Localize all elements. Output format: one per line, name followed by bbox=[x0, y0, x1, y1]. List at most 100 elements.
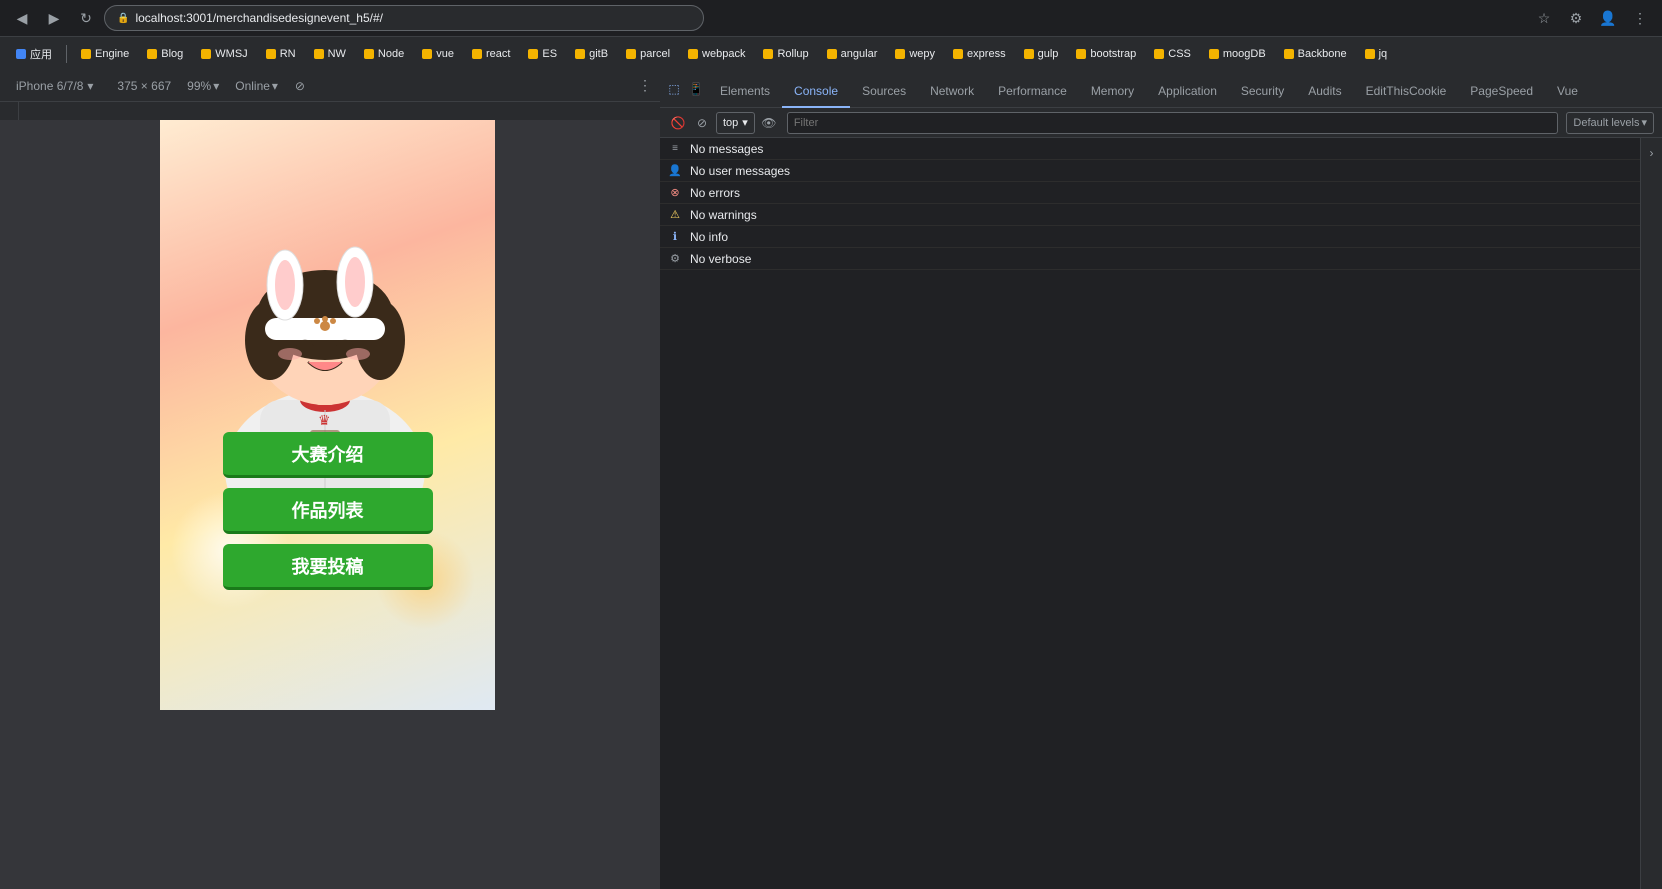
device-selector[interactable]: iPhone 6/7/8 ▾ bbox=[8, 75, 101, 97]
tab-editthiscookie[interactable]: EditThisCookie bbox=[1354, 76, 1459, 108]
forward-button[interactable]: ▶ bbox=[40, 4, 68, 32]
clear-console-button[interactable]: 🚫 bbox=[668, 113, 688, 133]
console-message-messages: ≡ No messages bbox=[660, 138, 1640, 160]
tab-audits[interactable]: Audits bbox=[1296, 76, 1353, 108]
info-icon: ℹ bbox=[668, 230, 682, 244]
bookmark-label: CSS bbox=[1168, 48, 1191, 60]
bookmark-bootstrap[interactable]: bootstrap bbox=[1068, 42, 1144, 66]
context-selector[interactable]: top ▾ bbox=[716, 112, 755, 134]
tab-sources[interactable]: Sources bbox=[850, 76, 918, 108]
main-area: iPhone 6/7/8 ▾ 375 × 667 99% ▾ Online ▾ … bbox=[0, 70, 1662, 889]
warning-icon: ⚠ bbox=[668, 208, 682, 222]
console-message-info: ℹ No info bbox=[660, 226, 1640, 248]
bookmark-label: 应用 bbox=[30, 46, 52, 62]
bookmark-label: NW bbox=[328, 48, 346, 60]
bookmark-gulp[interactable]: gulp bbox=[1016, 42, 1067, 66]
bookmark-label: Engine bbox=[95, 48, 129, 60]
contest-intro-button[interactable]: 大赛介绍 bbox=[223, 432, 433, 478]
tab-security[interactable]: Security bbox=[1229, 76, 1296, 108]
tab-network[interactable]: Network bbox=[918, 76, 986, 108]
bookmark-label: wepy bbox=[909, 48, 935, 60]
bookmark-gitb[interactable]: gitB bbox=[567, 42, 616, 66]
bookmark-backbone[interactable]: Backbone bbox=[1276, 42, 1355, 66]
bookmark-vue[interactable]: vue bbox=[414, 42, 462, 66]
bookmark-jq[interactable]: jq bbox=[1357, 42, 1396, 66]
bookmark-icon bbox=[1365, 49, 1375, 59]
devtools-panel: ⬚ 📱 Elements Console Sources Network Per… bbox=[660, 70, 1662, 889]
bookmark-icon bbox=[1209, 49, 1219, 59]
menu-button[interactable]: ⋮ bbox=[1626, 4, 1654, 32]
bookmark-nw[interactable]: NW bbox=[306, 42, 354, 66]
tab-pagespeed[interactable]: PageSpeed bbox=[1458, 76, 1545, 108]
submit-work-button[interactable]: 我要投稿 bbox=[223, 544, 433, 590]
works-list-button[interactable]: 作品列表 bbox=[223, 488, 433, 534]
star-button[interactable]: ☆ bbox=[1530, 4, 1558, 32]
error-icon: ⊗ bbox=[668, 186, 682, 200]
console-toolbar: 🚫 ⊘ top ▾ 👁 Default levels ▾ bbox=[660, 108, 1662, 138]
bookmark-webpack[interactable]: webpack bbox=[680, 42, 753, 66]
bookmark-react[interactable]: react bbox=[464, 42, 518, 66]
tab-vue[interactable]: Vue bbox=[1545, 76, 1590, 108]
bookmark-label: Node bbox=[378, 48, 404, 60]
tab-memory[interactable]: Memory bbox=[1079, 76, 1146, 108]
extensions-button[interactable]: ⚙ bbox=[1562, 4, 1590, 32]
bookmark-rollup[interactable]: Rollup bbox=[755, 42, 816, 66]
bookmark-blog[interactable]: Blog bbox=[139, 42, 191, 66]
refresh-button[interactable]: ↻ bbox=[72, 4, 100, 32]
more-options-icon[interactable]: ⋮ bbox=[638, 77, 652, 94]
bookmark-label: express bbox=[967, 48, 1006, 60]
bookmark-label: RN bbox=[280, 48, 296, 60]
bookmark-icon bbox=[314, 49, 324, 59]
bookmark-apps[interactable]: 应用 bbox=[8, 42, 60, 66]
eye-button[interactable]: 👁 bbox=[759, 113, 779, 133]
bookmark-label: parcel bbox=[640, 48, 670, 60]
back-button[interactable]: ◀ bbox=[8, 4, 36, 32]
expand-panel-icon[interactable]: › bbox=[1650, 146, 1654, 160]
console-message-error: ⊗ No errors bbox=[660, 182, 1640, 204]
device-name: iPhone 6/7/8 bbox=[16, 79, 83, 93]
user-icon: 👤 bbox=[668, 164, 682, 178]
bookmark-icon bbox=[575, 49, 585, 59]
tab-performance[interactable]: Performance bbox=[986, 76, 1079, 108]
bookmark-icon bbox=[688, 49, 698, 59]
tab-elements[interactable]: Elements bbox=[708, 76, 782, 108]
filter-toggle[interactable]: ⊘ bbox=[692, 113, 712, 133]
bookmark-label: react bbox=[486, 48, 510, 60]
button-label: 我要投稿 bbox=[292, 553, 364, 579]
lock-icon: 🔒 bbox=[117, 13, 129, 24]
tab-bar: ◀ ▶ ↻ 🔒 localhost:3001/merchandisedesign… bbox=[0, 0, 1662, 36]
network-selector[interactable]: Online ▾ bbox=[235, 79, 278, 93]
bookmark-rn[interactable]: RN bbox=[258, 42, 304, 66]
tab-application[interactable]: Application bbox=[1146, 76, 1229, 108]
bookmark-node[interactable]: Node bbox=[356, 42, 412, 66]
bookmark-wmsj[interactable]: WMSJ bbox=[193, 42, 255, 66]
inspect-element-button[interactable]: ⬚ bbox=[664, 79, 684, 99]
console-messages: ≡ No messages 👤 No user messages ⊗ No er… bbox=[660, 138, 1640, 889]
bookmark-es[interactable]: ES bbox=[520, 42, 565, 66]
bookmark-label: bootstrap bbox=[1090, 48, 1136, 60]
messages-icon: ≡ bbox=[668, 142, 682, 156]
no-throttle-icon[interactable]: ⊘ bbox=[290, 76, 310, 96]
bookmark-icon bbox=[147, 49, 157, 59]
levels-selector[interactable]: Default levels ▾ bbox=[1566, 112, 1654, 134]
bookmark-wepy[interactable]: wepy bbox=[887, 42, 943, 66]
chevron-down-icon: ▾ bbox=[742, 116, 748, 129]
bookmark-icon bbox=[1024, 49, 1034, 59]
bookmark-engine[interactable]: Engine bbox=[73, 42, 137, 66]
zoom-selector[interactable]: 99% ▾ bbox=[187, 79, 219, 93]
bookmark-express[interactable]: express bbox=[945, 42, 1014, 66]
console-message-verbose: ⚙ No verbose bbox=[660, 248, 1640, 270]
console-filter-input[interactable] bbox=[787, 112, 1559, 134]
device-toolbar-toggle[interactable]: 📱 bbox=[686, 79, 706, 99]
bookmark-moogdb[interactable]: moogDB bbox=[1201, 42, 1274, 66]
bookmark-label: gitB bbox=[589, 48, 608, 60]
bookmark-icon bbox=[528, 49, 538, 59]
bookmark-angular[interactable]: angular bbox=[819, 42, 886, 66]
profile-button[interactable]: 👤 bbox=[1594, 4, 1622, 32]
bookmark-icon bbox=[1154, 49, 1164, 59]
bookmark-label: Blog bbox=[161, 48, 183, 60]
tab-console[interactable]: Console bbox=[782, 76, 850, 108]
bookmark-css[interactable]: CSS bbox=[1146, 42, 1199, 66]
bookmark-parcel[interactable]: parcel bbox=[618, 42, 678, 66]
address-bar[interactable]: 🔒 localhost:3001/merchandisedesignevent_… bbox=[104, 5, 704, 31]
